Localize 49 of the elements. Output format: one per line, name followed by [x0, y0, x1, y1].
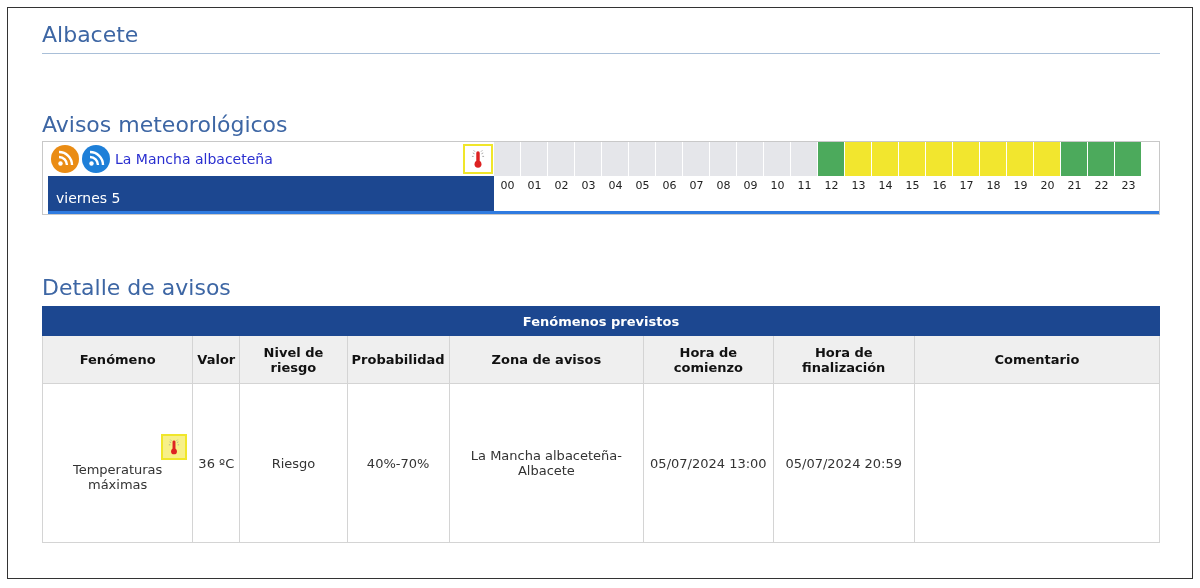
column-header: Zona de avisos: [449, 335, 644, 384]
hour-label: 03: [580, 178, 597, 194]
hour-label: 00: [499, 178, 516, 194]
hour-label: 18: [985, 178, 1002, 194]
zone-link[interactable]: La Mancha albaceteña: [115, 151, 273, 167]
hour-label: 06: [661, 178, 678, 194]
hour-label: 11: [796, 178, 813, 194]
hour-label: 20: [1039, 178, 1056, 194]
page-title: Albacete: [42, 22, 139, 54]
thermometer-icon: [161, 434, 188, 460]
column-header: Comentario: [914, 335, 1160, 384]
column-header: Fenómeno: [42, 335, 193, 384]
hour-label: 23: [1120, 178, 1137, 194]
hour-label: 22: [1093, 178, 1110, 194]
hour-label: 17: [958, 178, 975, 194]
hour-label: 08: [715, 178, 732, 194]
hour-label: 19: [1012, 178, 1029, 194]
hour-label: 16: [931, 178, 948, 194]
hour-label: 21: [1066, 178, 1083, 194]
hour-label: 05: [634, 178, 651, 194]
column-header: Hora de finalización: [773, 335, 915, 384]
table-cell: Riesgo: [239, 383, 348, 543]
phenomenon-text: Temperaturas máximas: [71, 462, 164, 492]
column-header: Nivel de riesgo: [239, 335, 348, 384]
hour-label: 10: [769, 178, 786, 194]
table-cell: 05/07/2024 20:59: [773, 383, 915, 543]
rss-icon[interactable]: [51, 145, 79, 173]
column-header: Probabilidad: [347, 335, 450, 384]
column-header: Valor: [192, 335, 240, 384]
hour-label: 14: [877, 178, 894, 194]
day-label: viernes 5: [48, 176, 494, 211]
table-cell: 40%-70%: [347, 383, 450, 543]
rss-icon[interactable]: [82, 145, 110, 173]
hour-label: 01: [526, 178, 543, 194]
column-header: Hora de comienzo: [643, 335, 774, 384]
section-heading: Detalle de avisos: [42, 275, 231, 300]
section-heading: Avisos meteorológicos: [42, 112, 288, 137]
hour-label: 09: [742, 178, 759, 194]
table-cell: 36 ºC: [192, 383, 240, 543]
hour-label: 07: [688, 178, 705, 194]
table-caption: Fenómenos previstos: [42, 306, 1160, 336]
table-cell: La Mancha albaceteña-Albacete: [449, 383, 644, 543]
hour-label: 13: [850, 178, 867, 194]
hour-label: 15: [904, 178, 921, 194]
table-cell: 05/07/2024 13:00: [643, 383, 774, 543]
hour-label: 02: [553, 178, 570, 194]
thermometer-icon: [463, 144, 493, 174]
hour-label: 12: [823, 178, 840, 194]
hour-label: 04: [607, 178, 624, 194]
